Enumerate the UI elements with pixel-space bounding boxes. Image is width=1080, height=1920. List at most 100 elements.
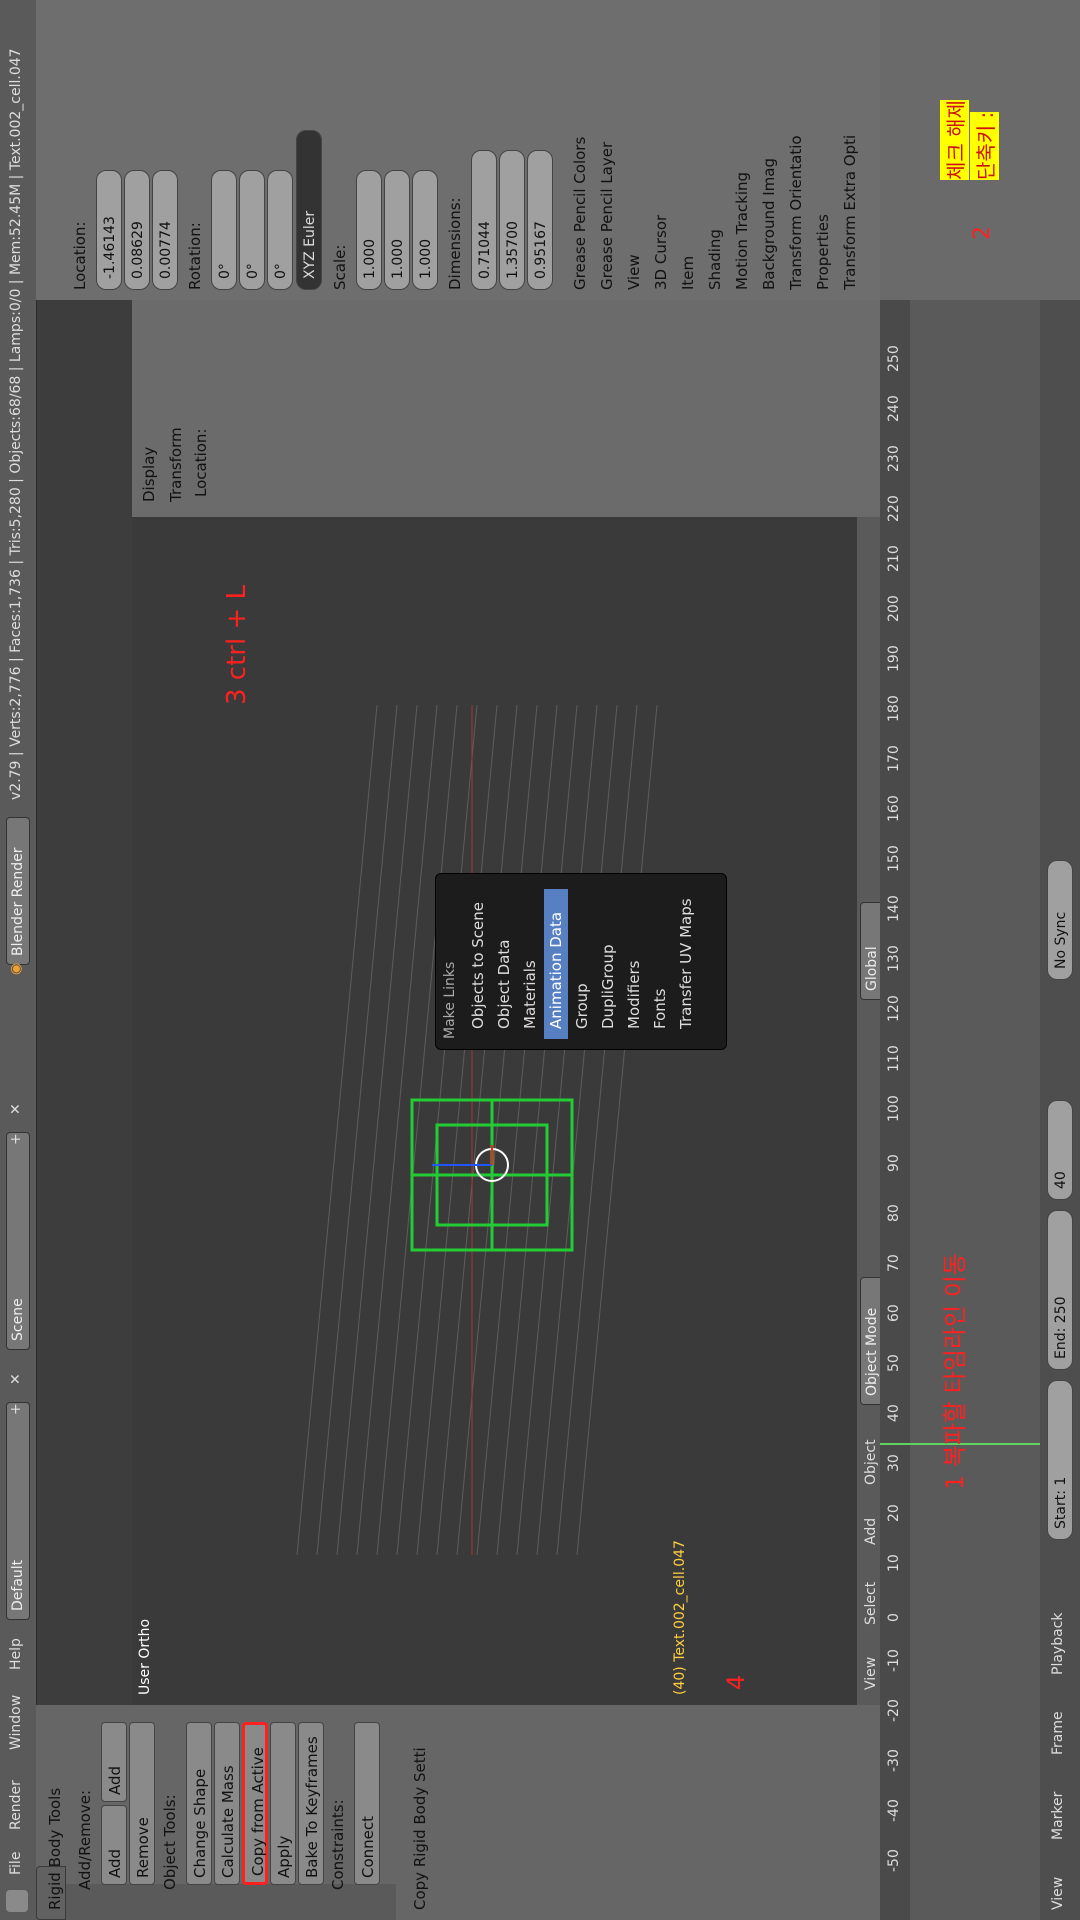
rot-y-field[interactable]: 0° bbox=[239, 170, 265, 290]
timeline-playback-menu[interactable]: Playback bbox=[1050, 1613, 1066, 1675]
timeline-view-menu[interactable]: View bbox=[1050, 1877, 1066, 1910]
timeline-marker-menu[interactable]: Marker bbox=[1050, 1792, 1066, 1840]
start-frame-field[interactable]: Start: 1 bbox=[1047, 1380, 1073, 1540]
rot-x-field[interactable]: 0° bbox=[211, 170, 237, 290]
timeline-tick: -30 bbox=[886, 1749, 902, 1772]
connect-button[interactable]: Connect bbox=[354, 1722, 380, 1885]
scene-remove-icon[interactable]: ✕ bbox=[8, 1103, 24, 1115]
menu-item-group[interactable]: Group bbox=[570, 889, 594, 1039]
section-background-images[interactable]: Background Imag bbox=[760, 158, 778, 290]
timeline-tick: 190 bbox=[886, 645, 902, 672]
timeline-tick: 110 bbox=[886, 1045, 902, 1072]
copy-from-active-button[interactable]: Copy from Active bbox=[242, 1722, 268, 1885]
annotation-4: 4 bbox=[722, 1674, 750, 1690]
add-active-button[interactable]: Add Activ bbox=[101, 1805, 150, 1885]
timeline-tick: 50 bbox=[886, 1354, 902, 1372]
3d-viewport[interactable]: User Ortho (40) Text.002_cell.047 3 ctrl… bbox=[132, 450, 857, 1705]
timeline-tick: 210 bbox=[886, 545, 902, 572]
current-frame-field[interactable]: 40 bbox=[1047, 1100, 1073, 1200]
select-menu[interactable]: Select bbox=[863, 1582, 879, 1625]
scale-z-field[interactable]: 1.000 bbox=[412, 170, 438, 290]
loc-y-field[interactable]: 0.08629 bbox=[124, 170, 150, 290]
timeline-tick: 140 bbox=[886, 895, 902, 922]
timeline-frame-menu[interactable]: Frame bbox=[1050, 1711, 1066, 1755]
bake-keyframes-button[interactable]: Bake To Keyframes bbox=[298, 1722, 324, 1885]
timeline-tick: -20 bbox=[886, 1699, 902, 1722]
section-item[interactable]: Item bbox=[679, 256, 697, 290]
section-transform-extra[interactable]: Transform Extra Opti bbox=[841, 135, 859, 290]
location-label-2: Location: bbox=[71, 221, 89, 291]
transform-header[interactable]: Transform bbox=[167, 427, 185, 502]
menu-item-materials[interactable]: Materials bbox=[518, 889, 542, 1039]
object-menu[interactable]: Object bbox=[863, 1439, 879, 1485]
timeline-tick: 130 bbox=[886, 945, 902, 972]
timeline-tick: 230 bbox=[886, 445, 902, 472]
render-engine-select[interactable]: Blender Render bbox=[6, 817, 30, 965]
section-grease-pencil-colors[interactable]: Grease Pencil Colors bbox=[571, 137, 589, 290]
loc-x-field[interactable]: -1.46143 bbox=[96, 170, 122, 290]
sync-select[interactable]: No Sync bbox=[1047, 860, 1073, 980]
timeline-editor[interactable]: -50 -40 -30 -20 -10 0 10 20 30 40 50 60 … bbox=[880, 300, 1080, 1920]
rotation-mode-select[interactable]: XYZ Euler bbox=[296, 130, 322, 290]
view-menu[interactable]: View bbox=[863, 1657, 879, 1690]
scale-y-field[interactable]: 1.000 bbox=[384, 170, 410, 290]
scene-add-icon[interactable]: + bbox=[8, 1133, 24, 1145]
rot-z-field[interactable]: 0° bbox=[267, 170, 293, 290]
make-links-menu: Make Links Objects to Scene Object Data … bbox=[435, 873, 727, 1050]
timeline-tick: 240 bbox=[886, 395, 902, 422]
scene-select[interactable]: Scene bbox=[6, 1132, 30, 1350]
rotation-label: Rotation: bbox=[186, 222, 204, 290]
annotation-2c: 단축키 : bbox=[970, 111, 999, 180]
add-menu[interactable]: Add bbox=[863, 1518, 879, 1545]
apply-transformation-button[interactable]: Apply Transformation bbox=[270, 1722, 319, 1885]
copy-settings-header[interactable]: Copy Rigid Body Setti bbox=[411, 1747, 429, 1910]
section-shading[interactable]: Shading bbox=[706, 229, 724, 290]
info-editor-icon[interactable] bbox=[6, 1890, 28, 1912]
timeline-tick: 200 bbox=[886, 595, 902, 622]
dim-x-field[interactable]: 0.71044 bbox=[471, 150, 497, 290]
menu-item-modifiers[interactable]: Modifiers bbox=[622, 889, 646, 1039]
section-properties[interactable]: Properties bbox=[814, 214, 832, 290]
remove-button[interactable]: Remove bbox=[129, 1722, 155, 1885]
dim-z-field[interactable]: 0.95167 bbox=[527, 150, 553, 290]
add-passive-button[interactable]: Add Passi bbox=[101, 1722, 150, 1802]
object-tools-label: Object Tools: bbox=[161, 1794, 179, 1890]
change-shape-button[interactable]: Change Shape bbox=[186, 1722, 212, 1885]
timeline-tick: 30 bbox=[886, 1454, 902, 1472]
dim-y-field[interactable]: 1.35700 bbox=[499, 150, 525, 290]
annotation-2: 2 bbox=[970, 226, 995, 240]
section-view[interactable]: View bbox=[625, 254, 643, 290]
section-transform-orientations[interactable]: Transform Orientatio bbox=[787, 135, 805, 290]
timeline-tick: 70 bbox=[886, 1254, 902, 1272]
menu-file[interactable]: File bbox=[8, 1852, 24, 1875]
rigid-tools-header[interactable]: Rigid Body Tools bbox=[46, 1788, 64, 1910]
calculate-mass-button[interactable]: Calculate Mass bbox=[214, 1722, 240, 1885]
timeline-tick: 160 bbox=[886, 795, 902, 822]
menu-item-animation-data[interactable]: Animation Data bbox=[544, 889, 568, 1039]
menu-window[interactable]: Window bbox=[8, 1695, 24, 1750]
menu-render[interactable]: Render bbox=[8, 1780, 24, 1830]
timeline-tick: -50 bbox=[886, 1849, 902, 1872]
menu-help[interactable]: Help bbox=[8, 1638, 24, 1670]
add-remove-label: Add/Remove: bbox=[76, 1789, 94, 1890]
loc-z-field[interactable]: 0.00774 bbox=[152, 170, 178, 290]
section-grease-pencil-layer[interactable]: Grease Pencil Layer bbox=[598, 142, 616, 290]
scale-x-field[interactable]: 1.000 bbox=[356, 170, 382, 290]
menu-item-fonts[interactable]: Fonts bbox=[648, 889, 672, 1039]
menu-item-dupligroup[interactable]: DupliGroup bbox=[596, 889, 620, 1039]
end-frame-field[interactable]: End: 250 bbox=[1047, 1210, 1073, 1370]
timeline-tick: 100 bbox=[886, 1095, 902, 1122]
physics-strip: 2 체크 해제 단축키 : bbox=[880, 0, 1080, 300]
menu-item-transfer-uv-maps[interactable]: Transfer UV Maps bbox=[674, 889, 698, 1039]
menu-item-object-data[interactable]: Object Data bbox=[492, 889, 516, 1039]
timeline-tick: 20 bbox=[886, 1504, 902, 1522]
layout-remove-icon[interactable]: ✕ bbox=[8, 1373, 24, 1385]
display-header[interactable]: Display bbox=[140, 447, 158, 502]
timeline-tick: 80 bbox=[886, 1204, 902, 1222]
menu-item-objects-to-scene[interactable]: Objects to Scene bbox=[466, 889, 490, 1039]
section-motion-tracking[interactable]: Motion Tracking bbox=[733, 172, 751, 290]
layout-add-icon[interactable]: + bbox=[8, 1403, 24, 1415]
section-3d-cursor[interactable]: 3D Cursor bbox=[652, 215, 670, 290]
timeline-tick: 180 bbox=[886, 695, 902, 722]
layout-select[interactable]: Default bbox=[6, 1402, 30, 1620]
